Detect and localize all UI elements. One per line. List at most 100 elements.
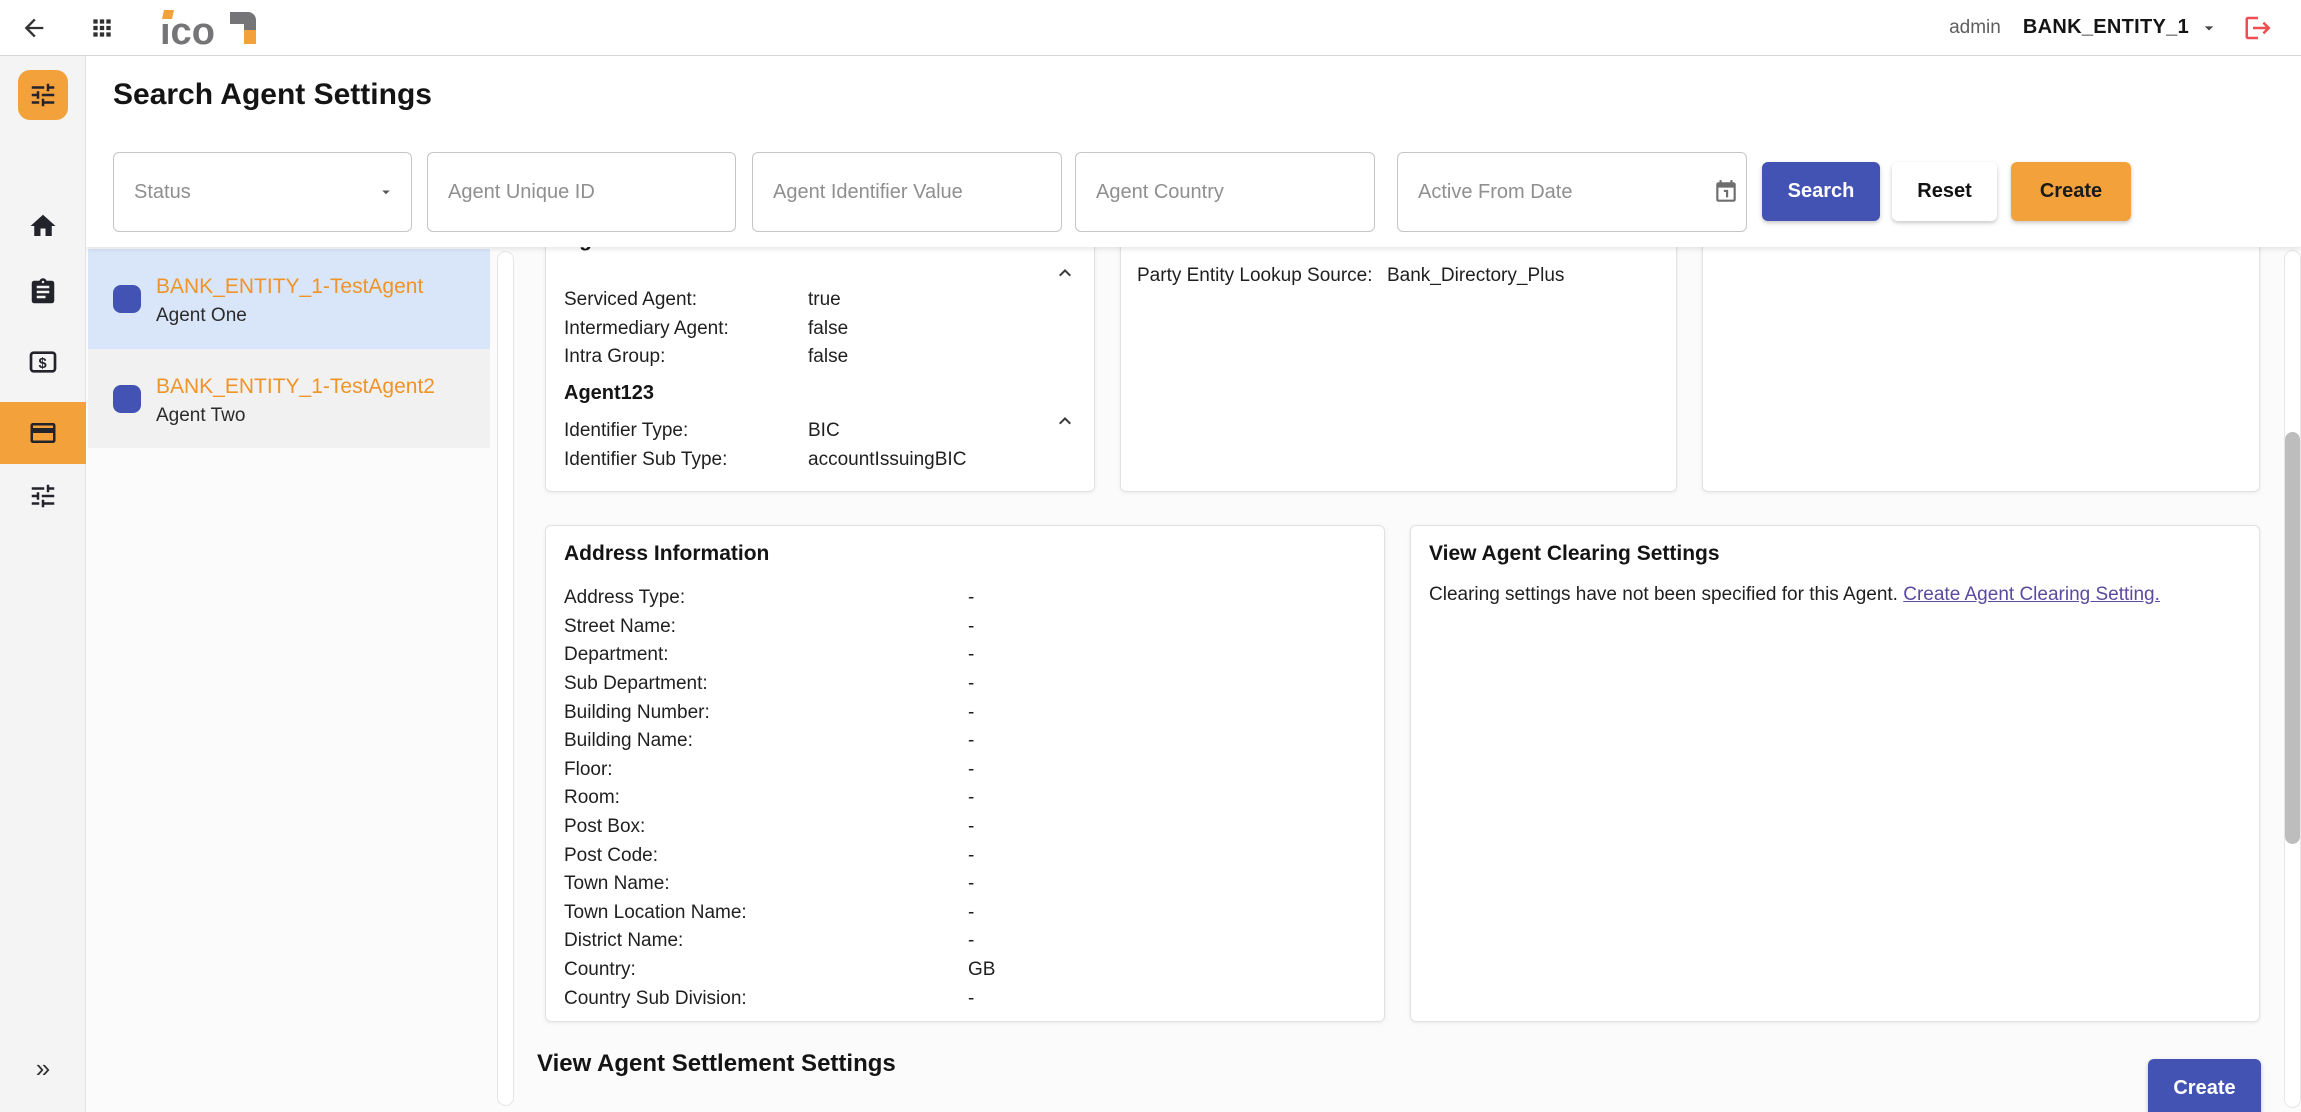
field-value: BIC xyxy=(808,420,840,442)
party-lookup-fields: Party Entity Lookup Source:Bank_Director… xyxy=(1137,262,1660,291)
field-row: Serviced Agent:true xyxy=(564,286,1076,315)
credit-card-icon xyxy=(28,418,58,448)
brand-logo: ıco xyxy=(158,6,290,50)
status-select[interactable]: Status xyxy=(113,152,412,232)
create-clearing-setting-link[interactable]: Create Agent Clearing Setting. xyxy=(1903,584,2160,605)
field-label: Building Name: xyxy=(564,730,968,752)
sidebar-expand-button[interactable]: » xyxy=(0,1053,86,1084)
clearing-settings-message: Clearing settings have not been specifie… xyxy=(1429,582,2241,608)
chevron-down-icon xyxy=(2199,18,2219,38)
field-row: Post Box:- xyxy=(564,813,1366,842)
agent-identifier-fields: Identifier Type:BIC Identifier Sub Type:… xyxy=(564,417,1076,474)
search-button[interactable]: Search xyxy=(1762,162,1880,221)
field-value: Bank_Directory_Plus xyxy=(1387,265,1564,287)
reset-button[interactable]: Reset xyxy=(1892,162,1997,221)
field-row: Post Code:- xyxy=(564,841,1366,870)
field-row: Address Type:- xyxy=(564,584,1366,613)
sidebar-item-tasks[interactable] xyxy=(0,264,86,320)
field-row: Room:- xyxy=(564,784,1366,813)
list-scrollbar-track xyxy=(497,251,514,1106)
address-fields: Address Type:- Street Name:- Department:… xyxy=(564,584,1366,1013)
field-label: Party Entity Lookup Source: xyxy=(1137,265,1387,287)
sidebar-item-agents-active[interactable] xyxy=(0,402,86,464)
entity-selector[interactable]: BANK_ENTITY_1 xyxy=(2023,16,2219,39)
field-row: Town Name:- xyxy=(564,870,1366,899)
field-label: Floor: xyxy=(564,759,968,781)
agent-roles-card: Agent Roles Serviced Agent:true Intermed… xyxy=(545,247,1095,492)
entity-name: BANK_ENTITY_1 xyxy=(2023,16,2189,39)
logo-text: ıco xyxy=(160,11,215,50)
field-value: - xyxy=(968,730,974,752)
sidebar-app-button[interactable] xyxy=(18,70,68,120)
tune-icon xyxy=(28,481,58,511)
field-value: - xyxy=(968,587,974,609)
create-button[interactable]: Create xyxy=(2011,162,2131,221)
field-value: false xyxy=(808,346,848,368)
agent-list-item[interactable]: BANK_ENTITY_1-TestAgent2 Agent Two xyxy=(88,349,490,448)
calendar-icon xyxy=(1713,179,1739,205)
field-label: Town Location Name: xyxy=(564,902,968,924)
field-label: Department: xyxy=(564,644,968,666)
sidebar-item-settings[interactable] xyxy=(0,468,86,524)
main-scrollbar-thumb[interactable] xyxy=(2285,432,2300,844)
sidebar-item-home[interactable] xyxy=(0,198,86,254)
field-label: Identifier Sub Type: xyxy=(564,449,808,471)
agent-identifier-value-input[interactable] xyxy=(753,153,1061,231)
agent-avatar-chip xyxy=(113,285,141,313)
field-row: Floor:- xyxy=(564,756,1366,785)
apps-grid-button[interactable] xyxy=(82,8,122,48)
field-label: Identifier Type: xyxy=(564,420,808,442)
field-label: Post Code: xyxy=(564,845,968,867)
agent-name: Agent Two xyxy=(156,405,245,427)
tune-icon xyxy=(28,80,58,110)
field-row: Party Entity Lookup Source:Bank_Director… xyxy=(1137,262,1660,291)
settlement-section-title: View Agent Settlement Settings xyxy=(537,1050,896,1078)
field-value: false xyxy=(808,318,848,340)
field-value: - xyxy=(968,845,974,867)
agent-roles-title: Agent Roles xyxy=(564,247,687,252)
dollar-card-icon: $ xyxy=(27,346,59,378)
field-row: Department:- xyxy=(564,641,1366,670)
field-row: Town Location Name:- xyxy=(564,899,1366,928)
active-from-date-fieldbox xyxy=(1397,152,1747,232)
field-value: true xyxy=(808,289,841,311)
app-window: ıco admin BANK_ENTITY_1 xyxy=(0,0,2301,1112)
field-value: - xyxy=(968,873,974,895)
agent-unique-id-input[interactable] xyxy=(428,153,735,231)
topbar-right: admin BANK_ENTITY_1 xyxy=(1949,11,2301,45)
agent-country-input[interactable] xyxy=(1076,153,1374,231)
agent-identifier-subsection-title: Agent123 xyxy=(564,382,654,405)
collapse-section-button[interactable] xyxy=(1052,260,1078,286)
field-label: Sub Department: xyxy=(564,673,968,695)
settlement-create-button[interactable]: Create xyxy=(2148,1059,2261,1112)
field-value: - xyxy=(968,702,974,724)
page-header: Search Agent Settings Status Search Rese… xyxy=(86,56,2301,247)
field-row: Country:GB xyxy=(564,956,1366,985)
back-arrow-icon xyxy=(20,14,48,42)
field-row: Building Number:- xyxy=(564,698,1366,727)
field-value: - xyxy=(968,787,974,809)
sidebar-item-payments[interactable]: $ xyxy=(0,334,86,390)
agent-identifier-value-fieldbox xyxy=(752,152,1062,232)
field-value: - xyxy=(968,988,974,1010)
field-value: - xyxy=(968,759,974,781)
field-label: Street Name: xyxy=(564,616,968,638)
active-from-date-input[interactable] xyxy=(1398,153,1706,231)
field-row: District Name:- xyxy=(564,927,1366,956)
clearing-message-text: Clearing settings have not been specifie… xyxy=(1429,584,1903,605)
field-row: Country Sub Division:- xyxy=(564,984,1366,1013)
field-label: Country: xyxy=(564,959,968,981)
logout-icon xyxy=(2243,13,2273,43)
calendar-button[interactable] xyxy=(1706,169,1746,215)
agent-list-item-selected[interactable]: BANK_ENTITY_1-TestAgent Agent One xyxy=(88,249,490,349)
field-label: District Name: xyxy=(564,930,968,952)
empty-card xyxy=(1702,247,2260,492)
page-title: Search Agent Settings xyxy=(113,78,432,112)
field-label: Address Type: xyxy=(564,587,968,609)
back-button[interactable] xyxy=(14,8,54,48)
home-icon xyxy=(28,211,58,241)
field-label: Room: xyxy=(564,787,968,809)
agent-country-fieldbox xyxy=(1075,152,1375,232)
chevron-down-icon xyxy=(377,183,395,201)
logout-button[interactable] xyxy=(2241,11,2275,45)
